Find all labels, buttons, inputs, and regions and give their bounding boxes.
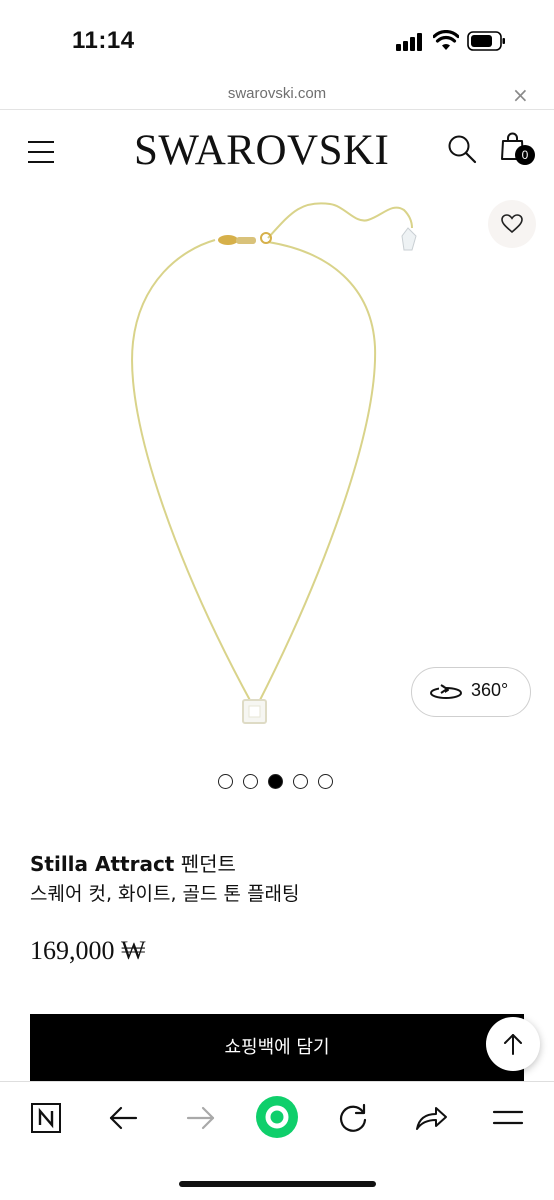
rotate-360-icon <box>430 684 462 699</box>
arrow-up-icon <box>504 1034 522 1055</box>
carousel-dot-4[interactable] <box>293 774 308 789</box>
necklace-chain-left <box>131 239 253 705</box>
naver-n-button[interactable] <box>28 1100 64 1136</box>
url-bar[interactable]: swarovski.com × <box>0 80 554 110</box>
product-title: Stilla Attract 펜던트 <box>30 848 236 877</box>
reload-button[interactable] <box>336 1100 370 1136</box>
carousel-dot-5[interactable] <box>318 774 333 789</box>
product-subtitle: 스퀘어 컷, 화이트, 골드 톤 플래팅 <box>30 883 300 905</box>
forward-arrow-icon <box>186 1106 215 1130</box>
view-360-label: 360° <box>471 680 509 700</box>
carousel-dot-1[interactable] <box>218 774 233 789</box>
back-arrow-icon <box>109 1106 138 1130</box>
necklace-chain-right <box>257 241 377 705</box>
status-bar: 11:14 <box>0 0 554 80</box>
cellular-signal-icon <box>396 33 426 51</box>
back-button[interactable] <box>106 1100 140 1136</box>
brand-logo[interactable]: SWAROVSKI <box>134 126 389 175</box>
product-name: Stilla Attract <box>30 852 175 876</box>
view-360-button[interactable]: 360° <box>411 667 531 717</box>
close-icon[interactable]: × <box>512 83 529 107</box>
hamburger-menu-icon <box>492 1110 524 1125</box>
clasp <box>218 232 272 245</box>
carousel-dot-2[interactable] <box>243 774 258 789</box>
battery-icon <box>467 31 505 51</box>
green-home-icon <box>256 1096 298 1138</box>
wishlist-button[interactable] <box>488 200 536 248</box>
bag-count-badge: 0 <box>515 145 535 165</box>
browser-toolbar <box>0 1081 554 1200</box>
share-button[interactable] <box>413 1100 449 1136</box>
site-header: SWAROVSKI 0 <box>0 112 554 192</box>
heart-icon <box>501 214 523 234</box>
pendant-stone <box>242 699 267 724</box>
shopping-bag-button[interactable]: 0 <box>500 132 536 166</box>
browser-menu-button[interactable] <box>490 1100 526 1136</box>
green-home-button[interactable] <box>254 1094 300 1140</box>
scroll-to-top-button[interactable] <box>486 1017 540 1071</box>
reload-icon <box>339 1103 367 1132</box>
naver-n-icon <box>31 1103 61 1133</box>
menu-icon[interactable] <box>28 141 54 163</box>
product-price: 169,000 ₩ <box>30 936 146 965</box>
carousel-dot-3[interactable] <box>268 774 283 789</box>
carousel-dots <box>218 774 338 790</box>
url-text[interactable]: swarovski.com <box>0 85 554 102</box>
product-type: 펜던트 <box>180 852 236 876</box>
wifi-icon <box>433 30 459 50</box>
home-indicator <box>179 1181 376 1187</box>
search-icon[interactable] <box>447 134 477 164</box>
status-time: 11:14 <box>72 27 135 54</box>
add-to-bag-button[interactable]: 쇼핑백에 담기 <box>30 1014 524 1082</box>
share-icon <box>416 1107 447 1130</box>
forward-button[interactable] <box>184 1100 218 1136</box>
